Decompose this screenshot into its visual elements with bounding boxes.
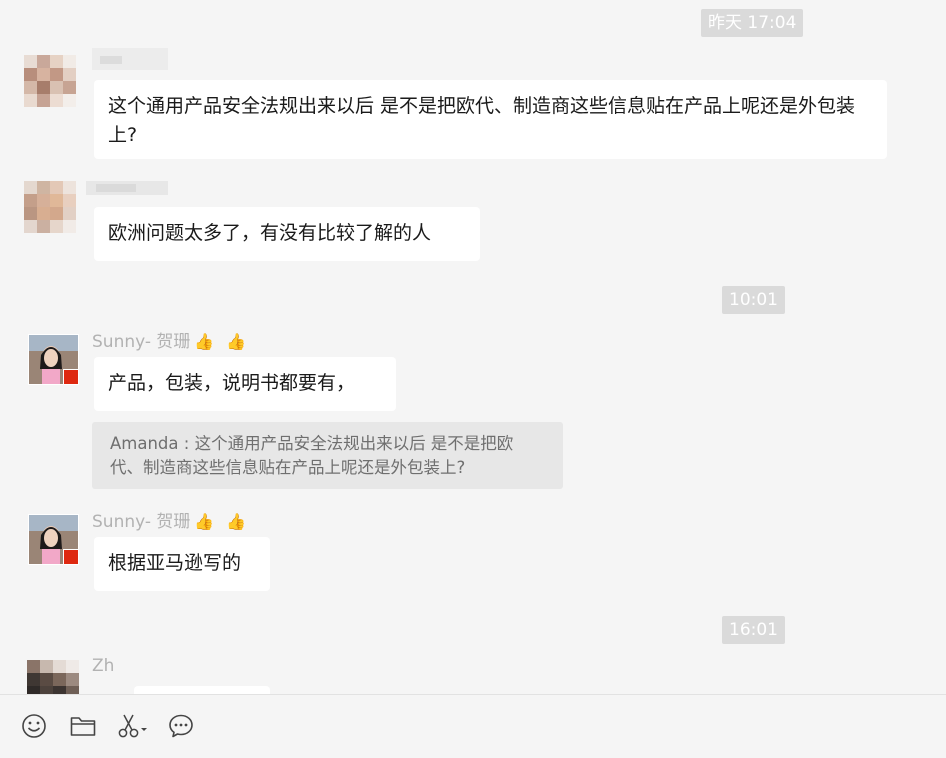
message-bubble[interactable]: 欧洲问题太多了，有没有比较了解的人 [94, 207, 480, 261]
pixelated-avatar-icon [27, 660, 79, 694]
pixelated-avatar-icon [24, 181, 76, 233]
folder-icon[interactable] [68, 711, 98, 741]
avatar[interactable] [27, 660, 79, 694]
chat-history-icon[interactable] [166, 711, 196, 741]
avatar[interactable] [28, 334, 79, 385]
thumbs-up-icon: 👍 [194, 332, 215, 351]
avatar[interactable] [24, 181, 76, 233]
quoted-message[interactable]: Amanda : 这个通用产品安全法规出来以后 是不是把欧代、制造商这些信息贴在… [92, 422, 563, 489]
emoji-icon[interactable] [19, 711, 49, 741]
message-bubble[interactable]: 这个通用产品安全法规出来以后 是不是把欧代、制造商这些信息贴在产品上呢还是外包装… [94, 80, 887, 159]
sender-name-text: Sunny- 贺珊 [92, 332, 191, 352]
sender-name: Sunny- 贺珊 👍 👍 [92, 327, 246, 352]
blurred-sender-name [86, 180, 168, 199]
blurred-sender-name [92, 48, 168, 74]
pixelated-avatar-icon [24, 55, 76, 107]
chat-toolbar [0, 694, 946, 758]
message-bubble[interactable]: 产品，包装，说明书都要有， [94, 357, 396, 411]
scissors-icon[interactable] [115, 711, 151, 741]
flag-icon [63, 549, 78, 564]
thumbs-up-icon: 👍 [226, 332, 247, 351]
avatar[interactable] [28, 514, 79, 565]
thumbs-up-icon: 👍 [226, 512, 247, 531]
timestamp: 10:01 [722, 286, 785, 314]
message-bubble[interactable]: 根据亚马逊写的 [94, 537, 270, 591]
sender-name-text: Sunny- 贺珊 [92, 512, 191, 532]
thumbs-up-icon: 👍 [194, 512, 215, 531]
message-bubble[interactable] [134, 686, 270, 694]
chat-message-list[interactable]: 昨天 17:04 这个通用产品安全法规出来以后 是不是把欧代、制造商这些信息贴在… [0, 0, 946, 694]
sender-name: Sunny- 贺珊 👍 👍 [92, 507, 246, 532]
timestamp: 16:01 [722, 616, 785, 644]
sender-name: Zh [92, 656, 115, 676]
timestamp: 昨天 17:04 [701, 9, 804, 37]
flag-icon [63, 369, 78, 384]
avatar[interactable] [24, 55, 76, 107]
